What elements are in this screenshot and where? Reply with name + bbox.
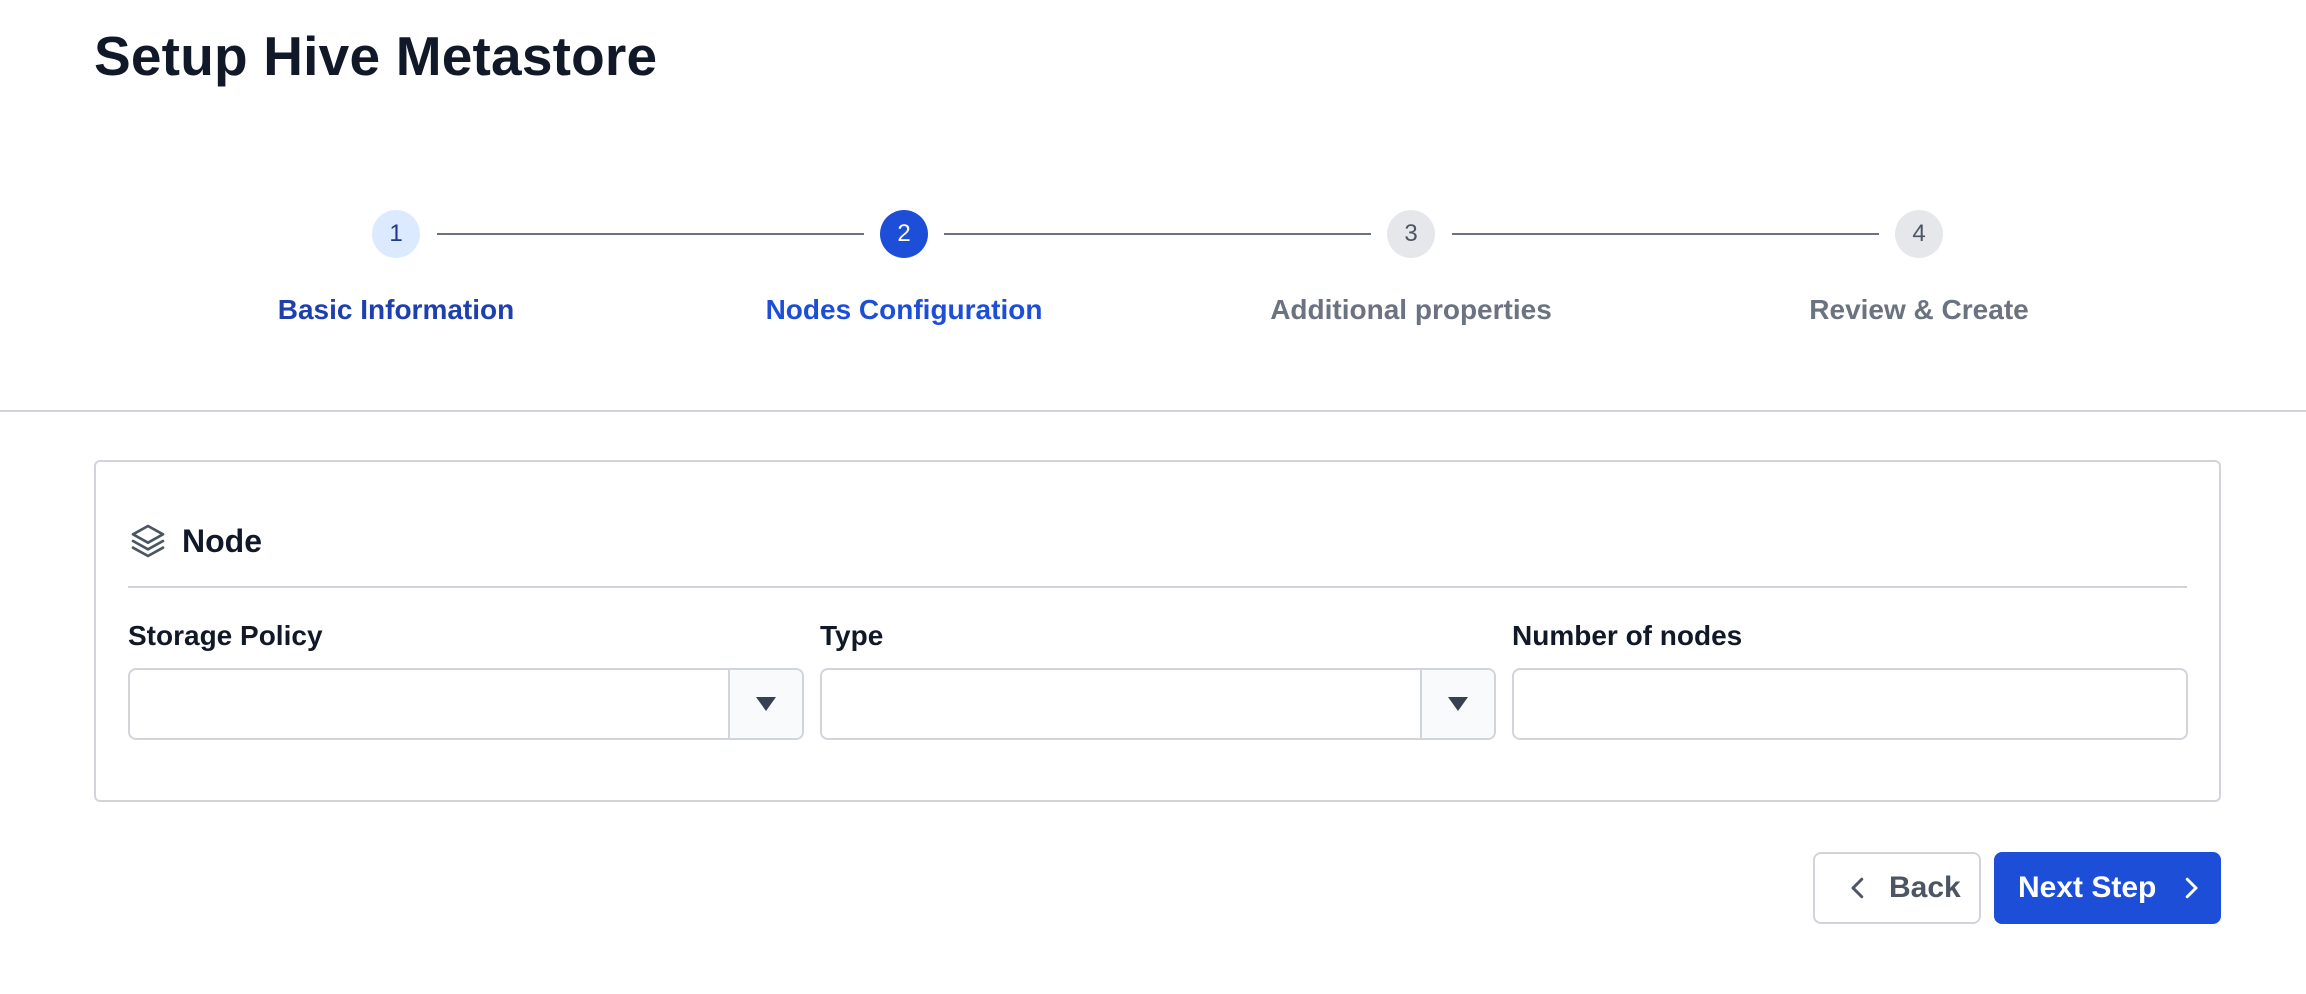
card-title: Node [182, 522, 262, 559]
chevron-right-icon [2176, 873, 2206, 903]
storage-policy-field: Storage Policy [128, 618, 804, 740]
step-connector [944, 233, 1371, 235]
step-2-indicator[interactable]: 2 [880, 210, 928, 258]
caret-down-icon [756, 697, 776, 711]
storage-policy-dropdown-button[interactable] [728, 670, 802, 738]
next-step-button-label: Next Step [2018, 871, 2157, 904]
step-4-label: Review & Create [1809, 294, 2029, 325]
stepper: 1 Basic Information 2 Nodes Configuratio… [0, 0, 2306, 410]
type-select[interactable] [820, 668, 1496, 740]
step-connector [1452, 233, 1879, 235]
type-field: Type [820, 618, 1496, 740]
next-step-button[interactable]: Next Step [1994, 852, 2221, 924]
back-button-label: Back [1889, 871, 1961, 904]
section-divider [0, 410, 2306, 412]
step-4-indicator: 4 [1895, 210, 1943, 258]
step-1-indicator[interactable]: 1 [372, 210, 420, 258]
step-2-label[interactable]: Nodes Configuration [714, 292, 1094, 328]
back-button[interactable]: Back [1813, 852, 1981, 924]
step-connector [437, 233, 864, 235]
caret-down-icon [1448, 697, 1468, 711]
step-1-label[interactable]: Basic Information [206, 292, 586, 328]
number-of-nodes-label: Number of nodes [1512, 620, 1743, 651]
chevron-left-icon [1843, 873, 1873, 903]
storage-policy-label: Storage Policy [128, 620, 323, 651]
type-dropdown-button[interactable] [1420, 670, 1494, 738]
node-card: Node Storage Policy Type Number of nodes [94, 460, 2221, 802]
number-of-nodes-input[interactable] [1512, 668, 2188, 740]
card-divider [128, 586, 2187, 588]
step-3-label: Additional properties [1270, 294, 1552, 325]
storage-policy-select[interactable] [128, 668, 804, 740]
number-of-nodes-field: Number of nodes [1512, 618, 2188, 740]
layers-icon [128, 521, 168, 561]
step-3-indicator: 3 [1387, 210, 1435, 258]
type-label: Type [820, 620, 884, 651]
card-header: Node [128, 516, 262, 566]
